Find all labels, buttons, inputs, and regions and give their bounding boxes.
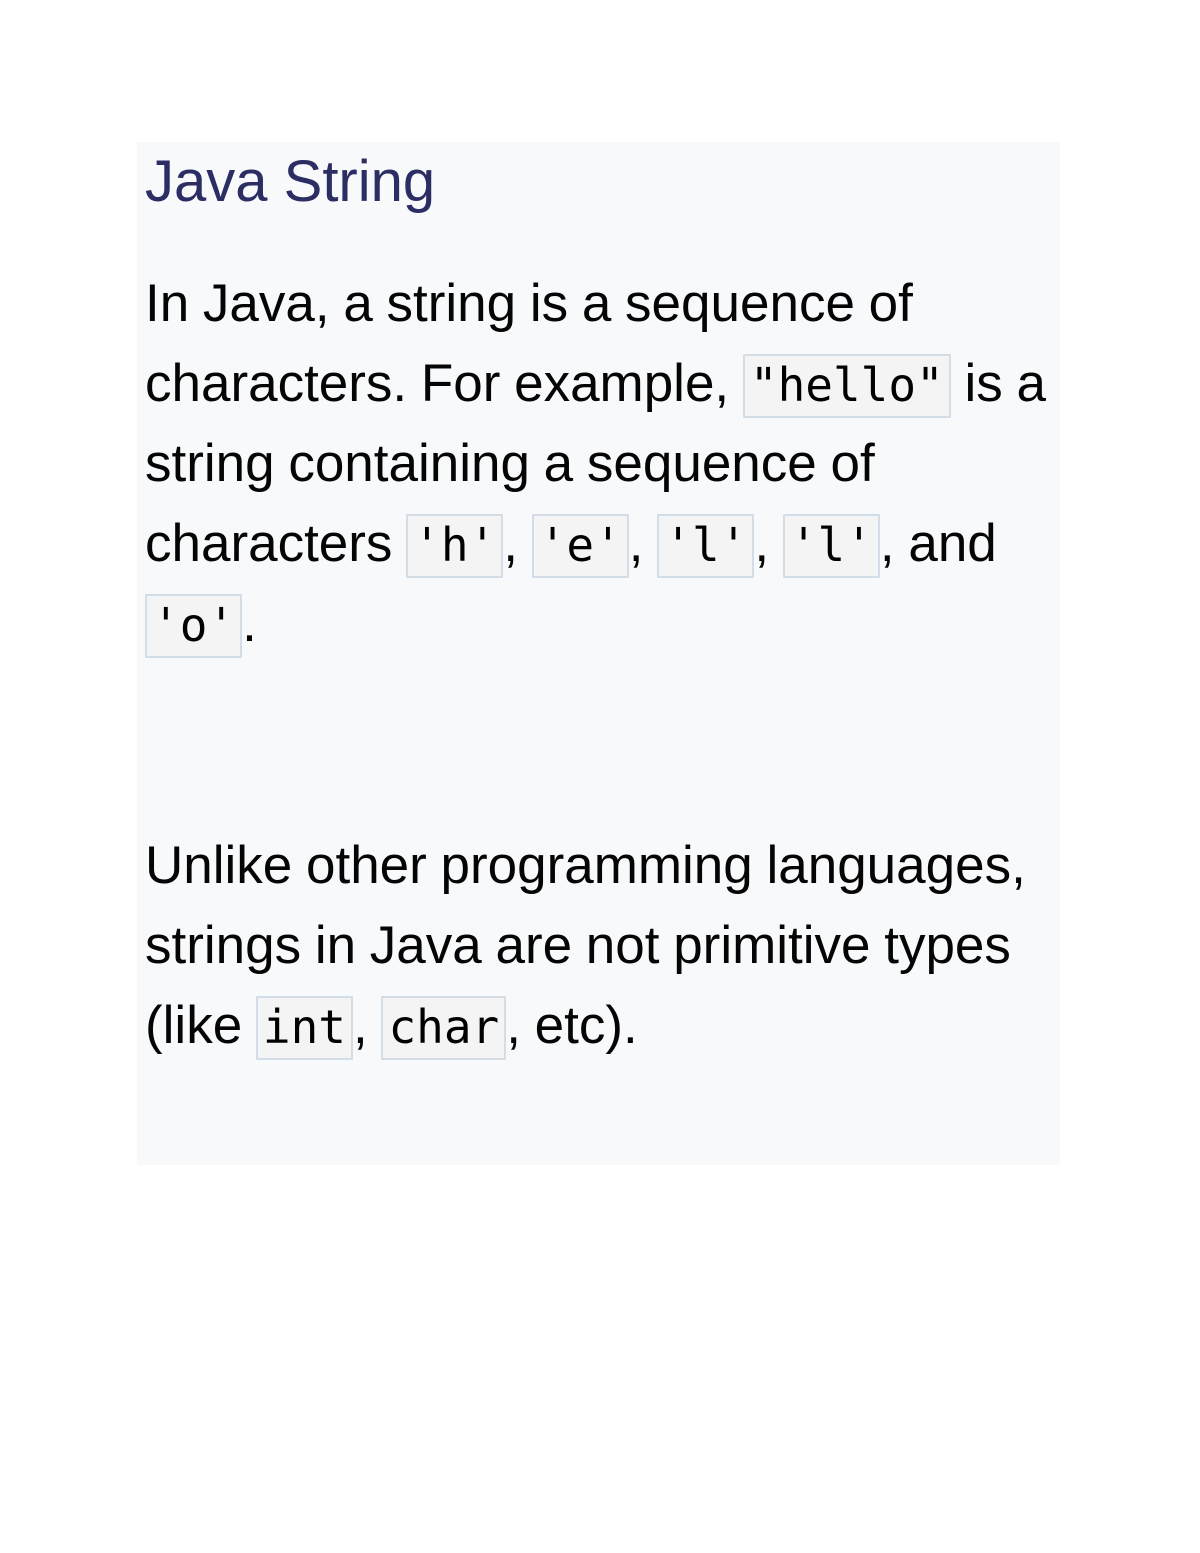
inline-code-token: 'e' bbox=[531, 514, 629, 578]
paragraph-text-run: , and bbox=[879, 514, 997, 573]
page-title: Java String bbox=[145, 149, 436, 214]
inline-code-token: int bbox=[255, 996, 353, 1060]
paragraph-text-run: , bbox=[353, 996, 382, 1055]
inline-code-token: 'h' bbox=[406, 514, 504, 578]
paragraph-text-run: , etc). bbox=[506, 996, 638, 1055]
paragraph-text-run: , bbox=[754, 514, 783, 573]
paragraph-text-run: , bbox=[628, 514, 658, 573]
paragraph-text-run: . bbox=[242, 594, 257, 653]
inline-code-token: char bbox=[381, 996, 507, 1060]
paragraph-intro: In Java, a string is a sequence of chara… bbox=[145, 264, 1053, 664]
paragraph-text-run: , bbox=[503, 514, 532, 573]
inline-code-token: 'l' bbox=[657, 514, 755, 578]
paragraph-primitive-types: Unlike other programming languages, stri… bbox=[145, 826, 1053, 1066]
page-root: Java String In Java, a string is a seque… bbox=[0, 0, 1200, 1553]
inline-code-token: "hello" bbox=[742, 354, 951, 418]
article-content-panel: Java String In Java, a string is a seque… bbox=[137, 142, 1060, 1165]
inline-code-token: 'o' bbox=[145, 594, 243, 658]
inline-code-token: 'l' bbox=[782, 514, 880, 578]
